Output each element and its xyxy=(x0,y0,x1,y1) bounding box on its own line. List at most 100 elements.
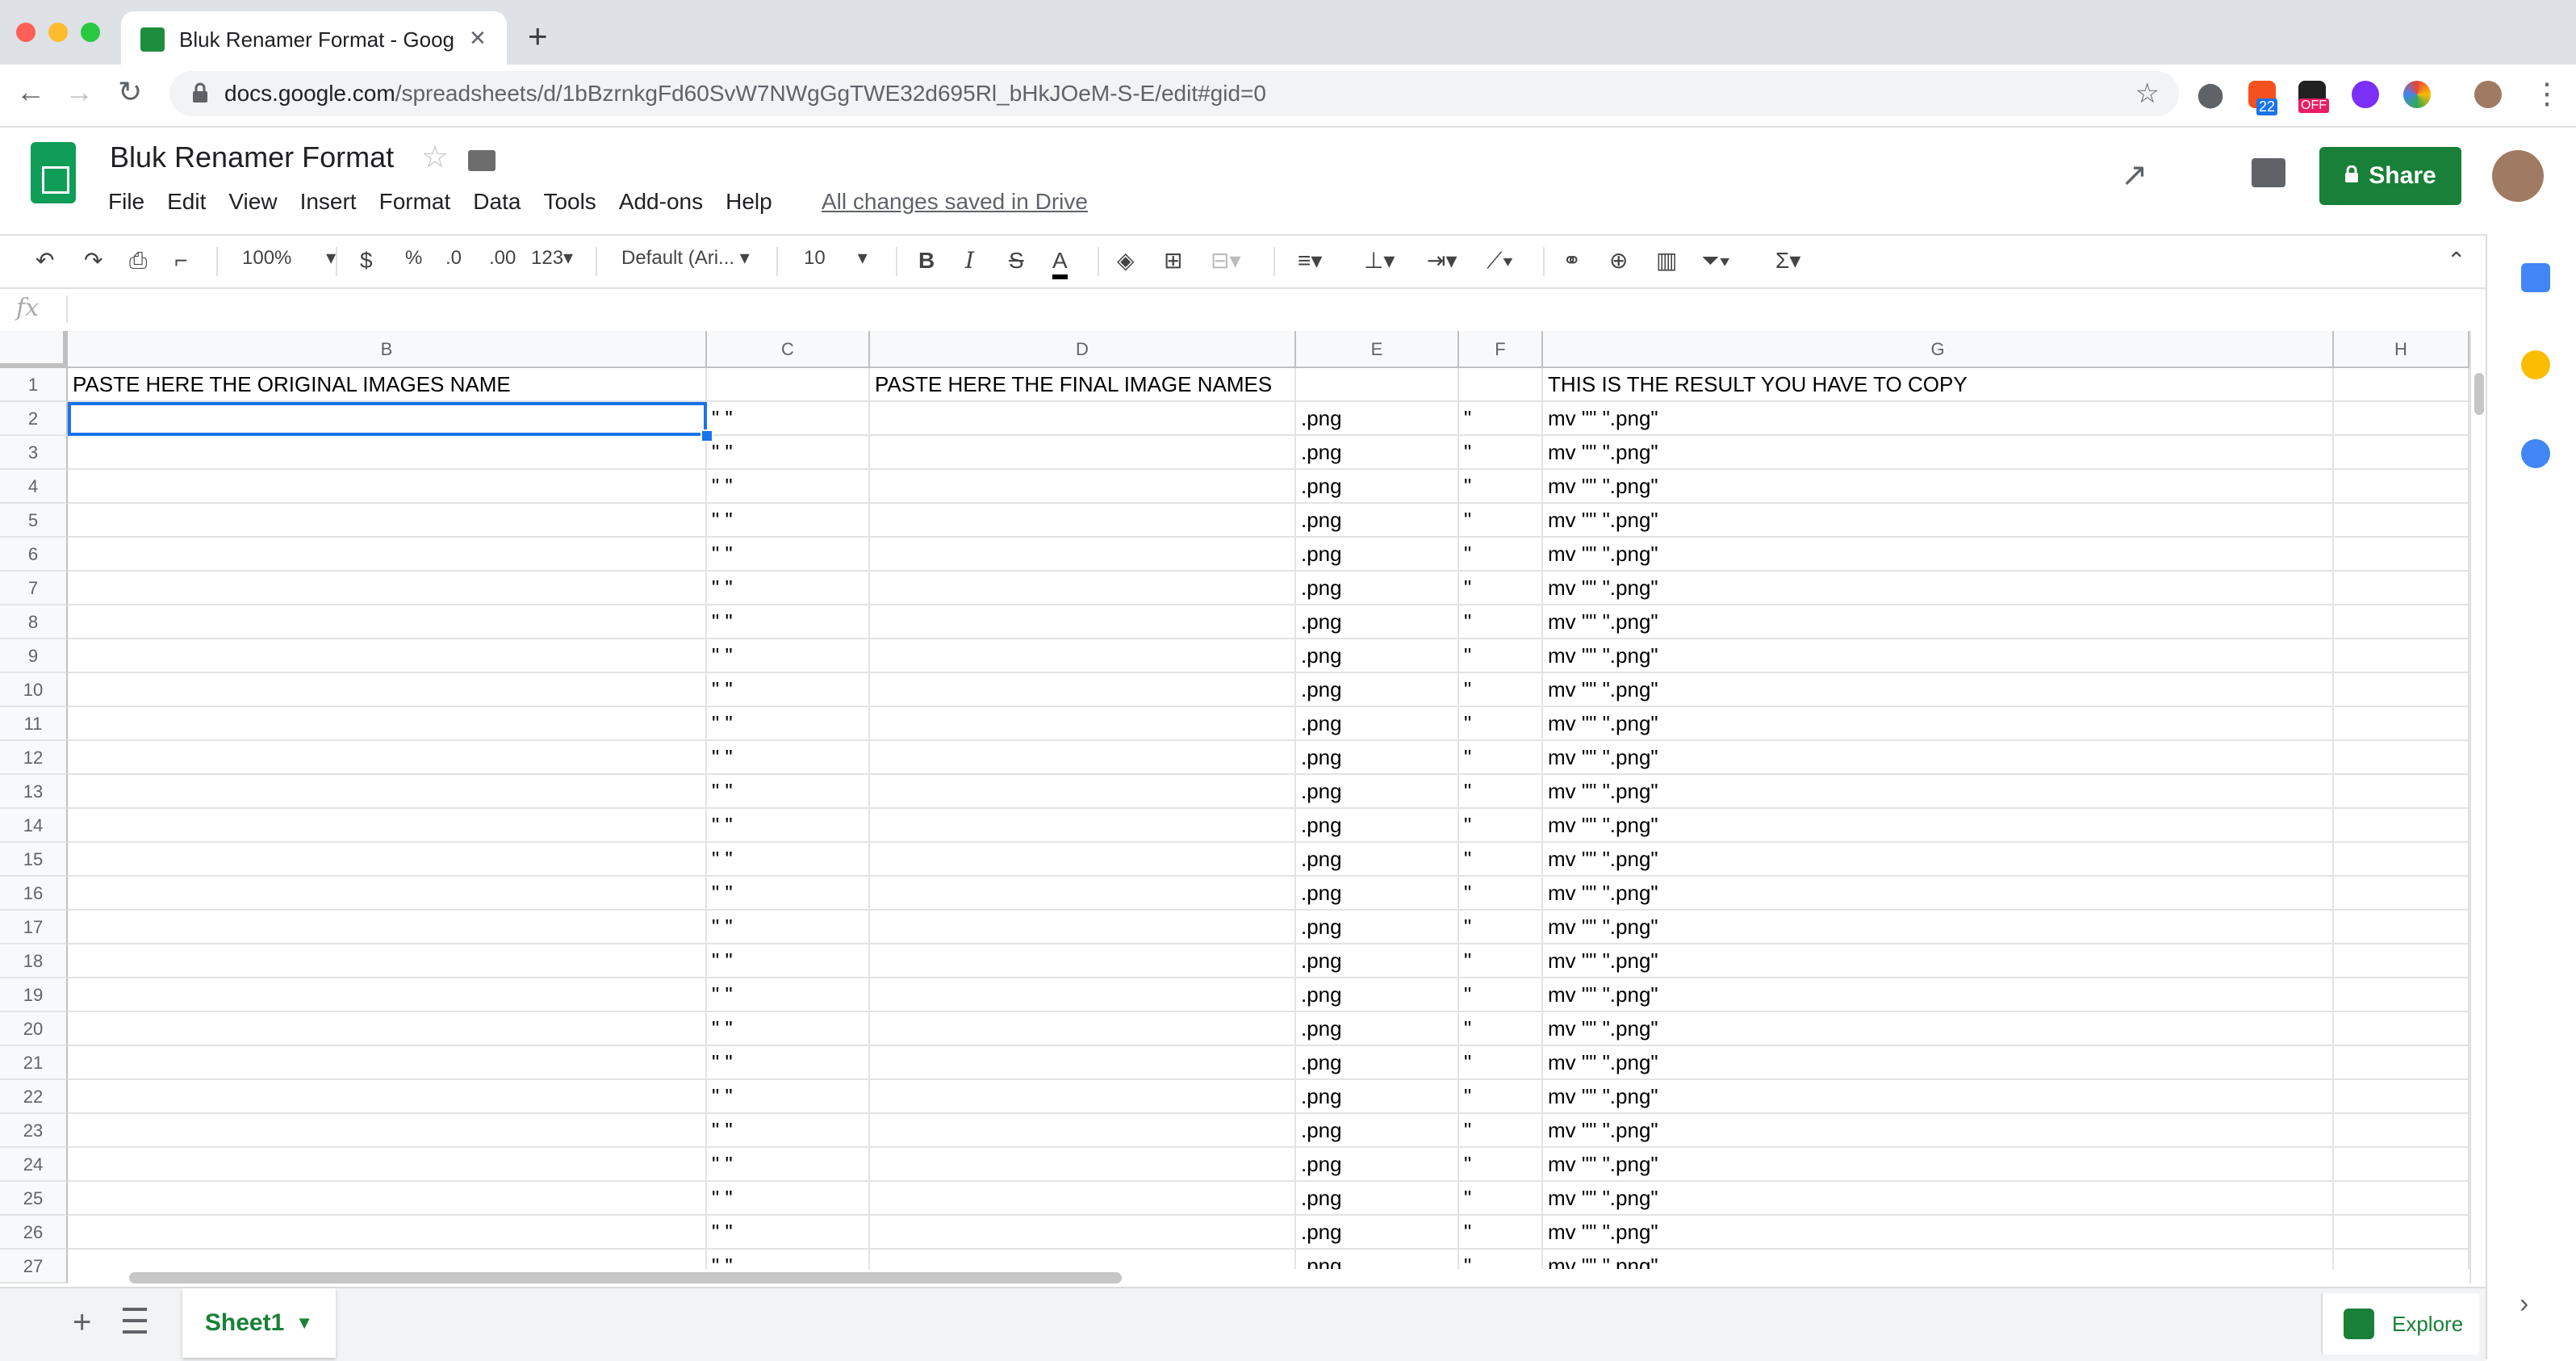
row-header[interactable]: 25 xyxy=(0,1182,68,1216)
cell-h13[interactable] xyxy=(2334,775,2469,809)
cell-h9[interactable] xyxy=(2334,639,2469,673)
cell-f20[interactable]: " xyxy=(1459,1012,1543,1046)
location-pin-icon[interactable]: ⬤ xyxy=(2197,81,2224,108)
row-header[interactable]: 21 xyxy=(0,1046,68,1080)
cell-h11[interactable] xyxy=(2334,707,2469,741)
cell-d20[interactable] xyxy=(870,1012,1296,1046)
row-header[interactable]: 23 xyxy=(0,1114,68,1148)
cell-e18[interactable]: .png xyxy=(1296,944,1459,978)
cell-e7[interactable]: .png xyxy=(1296,572,1459,605)
cell-g3[interactable]: mv "" ".png" xyxy=(1543,436,2334,470)
column-header-h[interactable]: H xyxy=(2334,331,2469,368)
cell-g8[interactable]: mv "" ".png" xyxy=(1543,605,2334,639)
vertical-scrollbar[interactable] xyxy=(2469,331,2487,1284)
cell-f1[interactable] xyxy=(1459,368,1543,402)
cell-b15[interactable] xyxy=(68,843,707,877)
cell-e22[interactable]: .png xyxy=(1296,1080,1459,1114)
extension-4-icon[interactable] xyxy=(2403,81,2431,108)
cell-b17[interactable] xyxy=(68,911,707,944)
cell-b11[interactable] xyxy=(68,707,707,741)
cell-d16[interactable] xyxy=(870,877,1296,911)
row-header[interactable]: 26 xyxy=(0,1216,68,1250)
cell-b18[interactable] xyxy=(68,944,707,978)
cell-g13[interactable]: mv "" ".png" xyxy=(1543,775,2334,809)
cell-f26[interactable]: " xyxy=(1459,1216,1543,1250)
cell-h16[interactable] xyxy=(2334,877,2469,911)
horizontal-scrollbar[interactable] xyxy=(68,1269,2469,1287)
spreadsheet-grid[interactable]: B C D E F G H 1 PASTE HERE THE ORIGINAL IMAGES N… xyxy=(0,331,2469,1284)
row-header[interactable]: 14 xyxy=(0,809,68,843)
cell-h19[interactable] xyxy=(2334,978,2469,1012)
cell-f4[interactable]: " xyxy=(1459,470,1543,504)
cell-c14[interactable]: " " xyxy=(707,809,870,843)
cell-c20[interactable]: " " xyxy=(707,1012,870,1046)
currency-format-button[interactable]: $ xyxy=(360,247,373,274)
text-wrapping-icon[interactable]: ⇥▾ xyxy=(1427,247,1457,274)
row-header[interactable]: 6 xyxy=(0,538,68,572)
cell-b21[interactable] xyxy=(68,1046,707,1080)
column-header-f[interactable]: F xyxy=(1459,331,1543,368)
cell-c21[interactable]: " " xyxy=(707,1046,870,1080)
cell-g11[interactable]: mv "" ".png" xyxy=(1543,707,2334,741)
menu-addons[interactable]: Add-ons xyxy=(619,189,703,215)
cell-e1[interactable] xyxy=(1296,368,1459,402)
cell-b25[interactable] xyxy=(68,1182,707,1216)
menu-insert[interactable]: Insert xyxy=(300,189,357,215)
cell-e25[interactable]: .png xyxy=(1296,1182,1459,1216)
row-header[interactable]: 15 xyxy=(0,843,68,877)
cell-d25[interactable] xyxy=(870,1182,1296,1216)
insert-comment-icon[interactable]: ⊕ xyxy=(1609,247,1628,274)
cell-f22[interactable]: " xyxy=(1459,1080,1543,1114)
strikethrough-button[interactable]: S xyxy=(1009,247,1024,274)
cell-g5[interactable]: mv "" ".png" xyxy=(1543,504,2334,538)
column-header-e[interactable]: E xyxy=(1296,331,1459,368)
row-header[interactable]: 10 xyxy=(0,673,68,707)
cell-f19[interactable]: " xyxy=(1459,978,1543,1012)
cell-f14[interactable]: " xyxy=(1459,809,1543,843)
cell-d2[interactable] xyxy=(870,402,1296,436)
text-color-button[interactable]: A xyxy=(1052,247,1068,279)
cell-f18[interactable]: " xyxy=(1459,944,1543,978)
filter-icon[interactable]: ⏷▾ xyxy=(1701,247,1730,274)
horizontal-align-icon[interactable]: ≡▾ xyxy=(1298,247,1322,274)
cell-g6[interactable]: mv "" ".png" xyxy=(1543,538,2334,572)
cell-g17[interactable]: mv "" ".png" xyxy=(1543,911,2334,944)
cell-e2[interactable]: .png xyxy=(1296,402,1459,436)
cell-e8[interactable]: .png xyxy=(1296,605,1459,639)
cell-e21[interactable]: .png xyxy=(1296,1046,1459,1080)
cell-g16[interactable]: mv "" ".png" xyxy=(1543,877,2334,911)
cell-b12[interactable] xyxy=(68,741,707,775)
cell-g26[interactable]: mv "" ".png" xyxy=(1543,1216,2334,1250)
cell-f23[interactable]: " xyxy=(1459,1114,1543,1148)
cell-e24[interactable]: .png xyxy=(1296,1148,1459,1182)
cell-h7[interactable] xyxy=(2334,572,2469,605)
column-header-d[interactable]: D xyxy=(870,331,1296,368)
cell-h2[interactable] xyxy=(2334,402,2469,436)
cell-e15[interactable]: .png xyxy=(1296,843,1459,877)
row-header[interactable]: 27 xyxy=(0,1250,68,1284)
vertical-scroll-thumb[interactable] xyxy=(2474,373,2484,415)
extension-3-icon[interactable] xyxy=(2352,81,2379,108)
cell-d8[interactable] xyxy=(870,605,1296,639)
cell-g18[interactable]: mv "" ".png" xyxy=(1543,944,2334,978)
cell-d4[interactable] xyxy=(870,470,1296,504)
new-tab-button[interactable]: + xyxy=(528,19,548,53)
cell-h1[interactable] xyxy=(2334,368,2469,402)
cell-d26[interactable] xyxy=(870,1216,1296,1250)
cell-g15[interactable]: mv "" ".png" xyxy=(1543,843,2334,877)
cell-g24[interactable]: mv "" ".png" xyxy=(1543,1148,2334,1182)
row-header[interactable]: 18 xyxy=(0,944,68,978)
cell-d10[interactable] xyxy=(870,673,1296,707)
row-header[interactable]: 20 xyxy=(0,1012,68,1046)
cell-c4[interactable]: " " xyxy=(707,470,870,504)
menu-format[interactable]: Format xyxy=(379,189,451,215)
cell-h12[interactable] xyxy=(2334,741,2469,775)
cell-b10[interactable] xyxy=(68,673,707,707)
explore-button[interactable]: Explore xyxy=(2321,1293,2479,1355)
cell-h14[interactable] xyxy=(2334,809,2469,843)
more-formats-button[interactable]: 123▾ xyxy=(531,247,573,270)
cell-g23[interactable]: mv "" ".png" xyxy=(1543,1114,2334,1148)
bold-button[interactable]: B xyxy=(918,247,935,274)
insert-chart-icon[interactable]: ▥ xyxy=(1656,247,1677,274)
fill-handle[interactable] xyxy=(700,429,713,442)
